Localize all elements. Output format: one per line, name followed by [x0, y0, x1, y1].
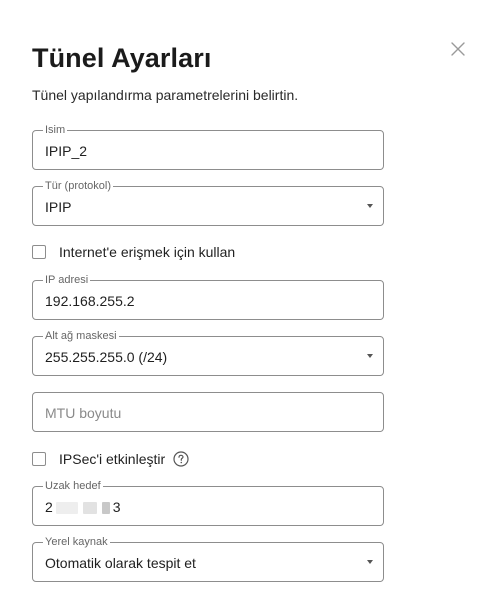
- protocol-select-value: IPIP: [45, 199, 72, 215]
- local-source-select[interactable]: Yerel kaynak Otomatik olarak tespit et: [32, 535, 384, 582]
- name-field-value: IPIP_2: [45, 143, 88, 159]
- protocol-select[interactable]: Tür (protokol) IPIP: [32, 179, 384, 226]
- enable-ipsec-checkbox[interactable]: [32, 452, 46, 466]
- name-field-label: Isim: [43, 123, 68, 137]
- chevron-down-icon: [367, 204, 373, 208]
- subnet-mask-select-value: 255.255.255.0 (/24): [45, 349, 168, 365]
- ip-address-field-value: 192.168.255.2: [45, 293, 135, 309]
- enable-ipsec-row: IPSec'i etkinleştir: [32, 449, 189, 469]
- remote-target-field-label: Uzak hedef: [43, 479, 103, 493]
- close-icon: [451, 42, 465, 56]
- tunnel-settings-dialog: Tünel Ayarları Tünel yapılandırma parame…: [0, 0, 500, 614]
- subnet-mask-select-label: Alt ağ maskesi: [43, 329, 119, 343]
- remote-target-field-value: 23: [45, 498, 121, 516]
- remote-target-field[interactable]: Uzak hedef 23: [32, 479, 384, 526]
- dialog-subtitle: Tünel yapılandırma parametrelerini belir…: [32, 87, 299, 103]
- redacted-mask: [82, 502, 97, 515]
- mtu-size-placeholder: MTU boyutu: [45, 405, 122, 421]
- ip-address-field[interactable]: IP adresi 192.168.255.2: [32, 273, 384, 320]
- local-source-select-value: Otomatik olarak tespit et: [45, 555, 196, 571]
- dialog-title: Tünel Ayarları: [32, 43, 212, 73]
- local-source-select-label: Yerel kaynak: [43, 535, 110, 549]
- enable-ipsec-label: IPSec'i etkinleştir: [59, 451, 166, 467]
- mtu-size-field[interactable]: MTU boyutu: [32, 392, 384, 432]
- use-for-internet-label: Internet'e erişmek için kullan: [59, 244, 236, 260]
- redacted-mask: [55, 502, 78, 515]
- chevron-down-icon: [367, 560, 373, 564]
- close-button[interactable]: [449, 40, 467, 58]
- use-for-internet-row: Internet'e erişmek için kullan: [32, 242, 235, 262]
- remote-target-value-start: 2: [45, 499, 53, 515]
- protocol-select-label: Tür (protokol): [43, 179, 114, 193]
- subnet-mask-select[interactable]: Alt ağ maskesi 255.255.255.0 (/24): [32, 329, 384, 376]
- ip-address-field-label: IP adresi: [43, 273, 91, 287]
- chevron-down-icon: [367, 354, 373, 358]
- redacted-mask: [101, 502, 110, 515]
- use-for-internet-checkbox[interactable]: [32, 245, 46, 259]
- remote-target-value-end: 3: [112, 499, 121, 515]
- name-field[interactable]: Isim IPIP_2: [32, 123, 384, 170]
- help-icon[interactable]: [173, 451, 189, 467]
